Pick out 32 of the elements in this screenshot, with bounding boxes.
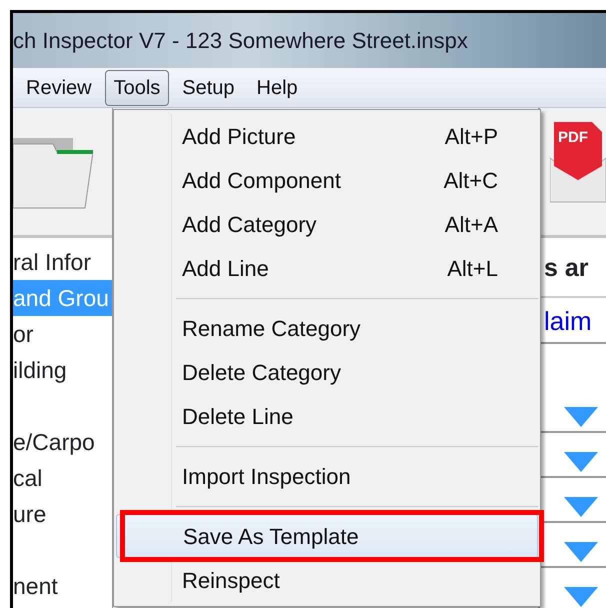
menu-item[interactable]: Rename Category [116, 306, 538, 350]
menu-item[interactable]: Import Inspection [116, 454, 538, 498]
tree-item[interactable]: ure [13, 496, 112, 532]
menu-item[interactable]: Delete Line [116, 394, 538, 438]
menu-item[interactable]: Setup [173, 70, 244, 106]
tree-item[interactable]: ilding [13, 352, 112, 388]
window-title: ch Inspector V7 - 123 Somewhere Street.inspx [13, 27, 468, 55]
dropdown-arrow-icon[interactable] [564, 542, 598, 562]
shortcut-label: Alt+L [447, 254, 498, 282]
menu-item[interactable]: Help [248, 70, 307, 106]
menu-item[interactable]: Review [17, 70, 101, 106]
menu-item[interactable]: Reinspect [116, 558, 538, 602]
menu-item[interactable]: Add Line Alt+L [116, 246, 538, 290]
tree-item[interactable]: e/Carpo [13, 424, 112, 460]
shortcut-label: Alt+P [444, 122, 498, 150]
pdf-label: PDF [558, 130, 588, 145]
dropdown-arrow-icon[interactable] [564, 587, 598, 607]
tree-item[interactable]: or [13, 316, 112, 352]
menu-item[interactable]: Add Category Alt+A [116, 202, 538, 246]
dropdown-arrow-icon[interactable] [564, 407, 598, 427]
tree-item[interactable]: nent [13, 568, 112, 604]
tree-item[interactable]: cal [13, 460, 112, 496]
menu-item[interactable]: Delete Category [116, 350, 538, 394]
dropdown-arrow-icon[interactable] [564, 497, 598, 517]
dropdown-arrow-icon[interactable] [564, 452, 598, 472]
menu-item[interactable]: Add Component Alt+C [116, 158, 538, 202]
shortcut-label: Alt+A [444, 210, 498, 238]
shortcut-label: Alt+C [444, 166, 498, 194]
tree-item[interactable]: ral Infor [13, 244, 112, 280]
menu-item[interactable]: Tools [104, 70, 170, 106]
menu-item[interactable]: Add Picture Alt+P [116, 114, 538, 158]
menu-item[interactable]: Save As Template [116, 514, 538, 558]
